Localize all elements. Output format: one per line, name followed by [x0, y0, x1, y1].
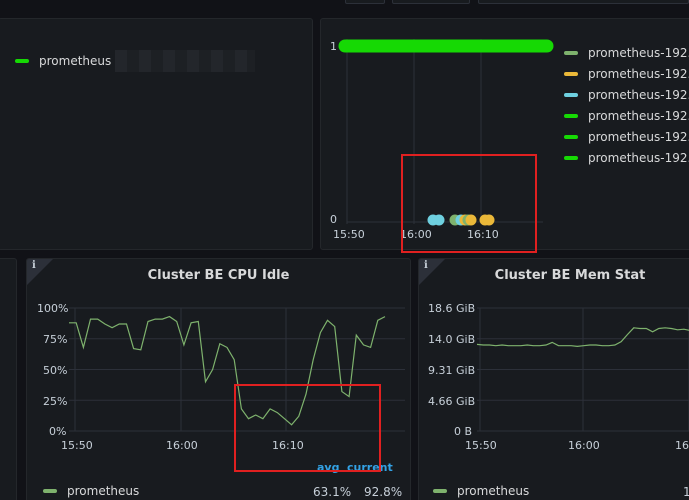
panel-prometheus-summary: prometheus	[0, 18, 313, 250]
legend-label: prometheus-192.16	[588, 46, 689, 60]
x-tick: 15:50	[465, 439, 497, 452]
legend-item[interactable]: prometheus-192.16	[564, 130, 689, 144]
legend-swatch	[564, 93, 578, 97]
legend-item[interactable]: prometheus-192.16	[564, 109, 689, 123]
legend-label: prometheus-192.16	[588, 151, 689, 165]
legend-item[interactable]: prometheus	[43, 484, 139, 498]
y-tick: 14.0 GiB	[428, 333, 476, 346]
legend-swatch	[564, 135, 578, 139]
y-tick: 0%	[49, 425, 67, 438]
legend-item[interactable]: prometheus-192.16	[564, 151, 689, 165]
legend-item[interactable]: prometheus	[433, 484, 529, 498]
x-tick: 16:00	[166, 439, 198, 452]
legend-label: prometheus-192.16	[588, 130, 689, 144]
y-tick: 75%	[43, 333, 68, 346]
legend-label: prometheus-192.16	[588, 88, 689, 102]
legend-swatch	[564, 51, 578, 55]
highlight-box-status	[401, 154, 537, 253]
y-tick: 1	[330, 40, 337, 53]
panel-left-edge	[0, 258, 17, 500]
legend-swatch	[15, 59, 29, 63]
highlight-box-cpu-dip	[234, 384, 381, 472]
y-tick: 4.66 GiB	[428, 395, 476, 408]
legend-avg-value: 1	[683, 485, 689, 499]
y-tick: 0	[330, 213, 337, 226]
legend-label: prometheus-192.16	[588, 109, 689, 123]
toolbar-button-2[interactable]	[392, 0, 470, 4]
legend-item[interactable]: prometheus-192.16	[564, 46, 689, 60]
legend-item[interactable]: prometheus-192.16	[564, 88, 689, 102]
y-tick: 9.31 GiB	[428, 364, 476, 377]
legend-swatch	[564, 156, 578, 160]
legend-item[interactable]: prometheus	[15, 50, 256, 72]
legend-item[interactable]: prometheus-192.16	[564, 67, 689, 81]
legend-label: prometheus	[67, 484, 140, 498]
toolbar-button-3[interactable]	[478, 0, 689, 4]
legend-current-value: 92.8%	[364, 485, 403, 499]
x-tick: 15:50	[61, 439, 93, 452]
legend-swatch	[564, 72, 578, 76]
y-tick: 0 B	[454, 425, 473, 438]
legend-label: prometheus	[457, 484, 530, 498]
mem-stat-chart	[476, 307, 689, 432]
y-tick: 100%	[37, 302, 69, 315]
legend-swatch	[433, 489, 447, 493]
x-tick: 16:00	[568, 439, 600, 452]
y-tick: 50%	[43, 364, 68, 377]
x-tick: 15:50	[333, 228, 365, 241]
y-tick: 25%	[43, 395, 68, 408]
redacted-block	[115, 50, 256, 72]
legend-label: prometheus	[39, 54, 112, 68]
legend-label: prometheus-192.16	[588, 67, 689, 81]
legend-swatch	[43, 489, 57, 493]
x-tick: 16:	[675, 439, 689, 452]
toolbar-button-1[interactable]	[345, 0, 385, 4]
panel-mem-stat: i Cluster BE Mem Stat 18.6 GiB 14.0 GiB …	[418, 258, 689, 500]
legend-swatch	[564, 114, 578, 118]
legend-avg-value: 63.1%	[313, 485, 352, 499]
y-tick: 18.6 GiB	[428, 302, 476, 315]
